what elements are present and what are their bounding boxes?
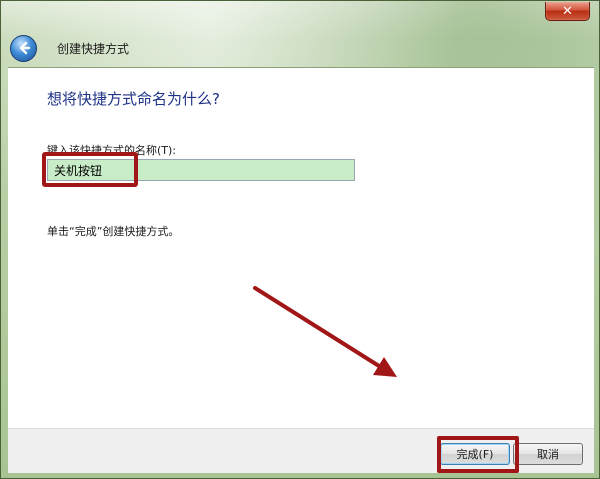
wizard-window: ✕ 创建快捷方式 想将快捷方式命名为什么? 键入该快捷方式的名称(T): 单击“… <box>0 0 600 479</box>
wizard-header: 创建快捷方式 <box>8 29 594 67</box>
cancel-button[interactable]: 取消 <box>513 443 583 465</box>
back-button[interactable] <box>10 34 37 62</box>
page-heading: 想将快捷方式命名为什么? <box>47 90 220 108</box>
shortcut-name-input[interactable] <box>47 159 355 181</box>
shortcut-name-label: 键入该快捷方式的名称(T): <box>47 144 177 157</box>
finish-hint: 单击“完成”创建快捷方式。 <box>47 225 180 238</box>
window-title: 创建快捷方式 <box>57 41 130 56</box>
close-icon: ✕ <box>562 3 573 19</box>
close-button[interactable]: ✕ <box>545 2 590 21</box>
finish-button[interactable]: 完成(F) <box>440 443 510 465</box>
back-arrow-icon <box>19 41 30 55</box>
wizard-footer: 完成(F) 取消 <box>8 428 594 473</box>
wizard-content: 想将快捷方式命名为什么? 键入该快捷方式的名称(T): 单击“完成”创建快捷方式… <box>8 67 594 428</box>
